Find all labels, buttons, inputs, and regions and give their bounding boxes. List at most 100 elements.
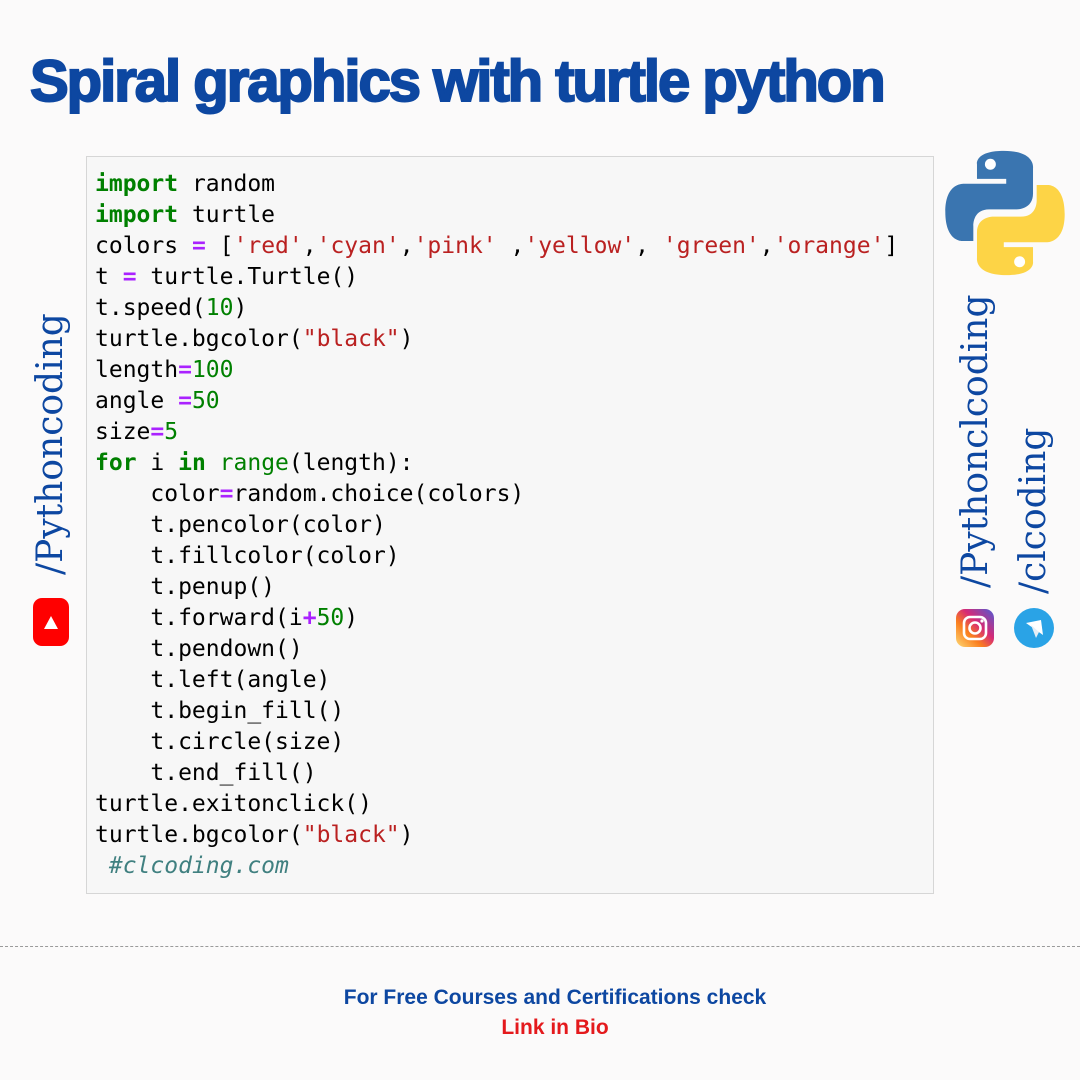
code-token: ]	[884, 233, 899, 259]
code-token: t.begin_fill()	[95, 698, 345, 724]
code-token: import	[95, 202, 179, 228]
code-token: =	[150, 419, 165, 445]
code-line: #clcoding.com	[95, 851, 898, 882]
code-token: 'cyan'	[316, 233, 400, 259]
code-line: import random	[95, 169, 898, 200]
code-line: t.penup()	[95, 572, 898, 603]
code-token: length	[95, 357, 179, 383]
divider	[0, 946, 1080, 947]
code-line: turtle.bgcolor("black")	[95, 820, 898, 851]
code-token: =	[122, 264, 137, 290]
instagram-icon[interactable]	[956, 609, 994, 647]
code-token: t	[95, 264, 123, 290]
code-token: turtle	[178, 202, 276, 228]
code-token: 'green'	[662, 233, 760, 259]
code-token: t.left(angle)	[95, 667, 331, 693]
code-token: colors	[95, 233, 192, 259]
code-token: turtle.bgcolor(	[95, 822, 303, 848]
code-token: 50	[191, 388, 220, 414]
code-token: 'red'	[233, 233, 303, 259]
code-token: t.circle(size)	[95, 729, 345, 755]
footer-courses-text: For Free Courses and Certifications chec…	[343, 986, 767, 1009]
code-token: )	[344, 605, 359, 631]
code-line: t = turtle.Turtle()	[95, 262, 898, 293]
code-token: random.choice(colors)	[233, 481, 525, 507]
code-line: turtle.exitonclick()	[95, 789, 898, 820]
code-line: t.end_fill()	[95, 758, 898, 789]
code-token: =	[219, 481, 234, 507]
code-token: color	[95, 481, 220, 507]
code-token: ,	[302, 233, 317, 259]
code-token: t.pendown()	[95, 636, 303, 662]
code-token: 'orange'	[773, 233, 885, 259]
code-token: (length):	[288, 450, 414, 476]
code-line: t.speed(10)	[95, 293, 898, 324]
code-token: +	[302, 605, 317, 631]
code-token: )	[399, 326, 414, 352]
code-token: )	[233, 295, 248, 321]
code-token: "black"	[302, 822, 400, 848]
code-line: color=random.choice(colors)	[95, 479, 898, 510]
code-token: turtle.exitonclick()	[95, 791, 372, 817]
code-token: ,	[635, 233, 663, 259]
instagram-handle[interactable]: /Pythonclcoding	[955, 294, 996, 588]
code-token: t.speed(	[95, 295, 206, 321]
code-panel: import random import turtle colors = ['red…	[86, 156, 934, 894]
page-title: Spiral graphics with turtle python	[29, 48, 887, 115]
code-token: 'yellow'	[524, 233, 636, 259]
code-token: =	[178, 357, 192, 383]
code-token: [	[205, 233, 234, 259]
code-line: t.circle(size)	[95, 727, 898, 758]
code-token: turtle.bgcolor(	[95, 326, 303, 352]
code-token: t.end_fill()	[95, 760, 317, 786]
code-line: t.fillcolor(color)	[95, 541, 898, 572]
code-token: 100	[191, 357, 234, 383]
code-token: range	[219, 450, 289, 476]
code-token: in	[178, 450, 206, 476]
code-line: colors = ['red','cyan','pink' ,'yellow',…	[95, 231, 898, 262]
code-line: angle =50	[95, 386, 898, 417]
code-token: ,	[496, 233, 525, 259]
code-token: angle	[95, 388, 179, 414]
code-line: turtle.bgcolor("black")	[95, 324, 898, 355]
code-line: for i in range(length):	[95, 448, 898, 479]
code-line: t.pendown()	[95, 634, 898, 665]
youtube-icon[interactable]	[33, 598, 69, 646]
code-token: t.penup()	[95, 574, 276, 600]
code-token: size	[95, 419, 151, 445]
code-token: t.pencolor(color)	[95, 512, 386, 538]
code-line: t.begin_fill()	[95, 696, 898, 727]
footer-link-in-bio[interactable]: Link in Bio	[0, 1016, 1080, 1040]
telegram-icon[interactable]	[1014, 608, 1054, 648]
code-token: i	[136, 450, 179, 476]
code-token: random	[178, 171, 276, 197]
code-token: 10	[205, 295, 234, 321]
code-token: import	[95, 171, 179, 197]
code-token: "black"	[302, 326, 400, 352]
code-line: length=100	[95, 355, 898, 386]
code-token: for	[95, 450, 137, 476]
code-block: import random import turtle colors = ['red…	[95, 169, 898, 882]
code-token: =	[191, 233, 206, 259]
code-token: #clcoding.com	[108, 853, 289, 879]
code-line: t.forward(i+50)	[95, 603, 898, 634]
code-token: ,	[399, 233, 414, 259]
code-token: t.forward(i	[95, 605, 303, 631]
code-token: ,	[759, 233, 774, 259]
telegram-handle[interactable]: /clcoding	[1013, 428, 1054, 594]
code-token: 50	[316, 605, 345, 631]
code-line: t.pencolor(color)	[95, 510, 898, 541]
code-token: t.fillcolor(color)	[95, 543, 400, 569]
code-line: import turtle	[95, 200, 898, 231]
python-logo-icon	[938, 146, 1072, 280]
code-line: t.left(angle)	[95, 665, 898, 696]
code-token: 'pink'	[413, 233, 497, 259]
youtube-handle[interactable]: /Pythoncoding	[30, 313, 71, 575]
code-line: size=5	[95, 417, 898, 448]
code-token: )	[399, 822, 414, 848]
code-token: turtle.Turtle()	[136, 264, 359, 290]
code-token: 5	[164, 419, 179, 445]
code-token: =	[178, 388, 192, 414]
